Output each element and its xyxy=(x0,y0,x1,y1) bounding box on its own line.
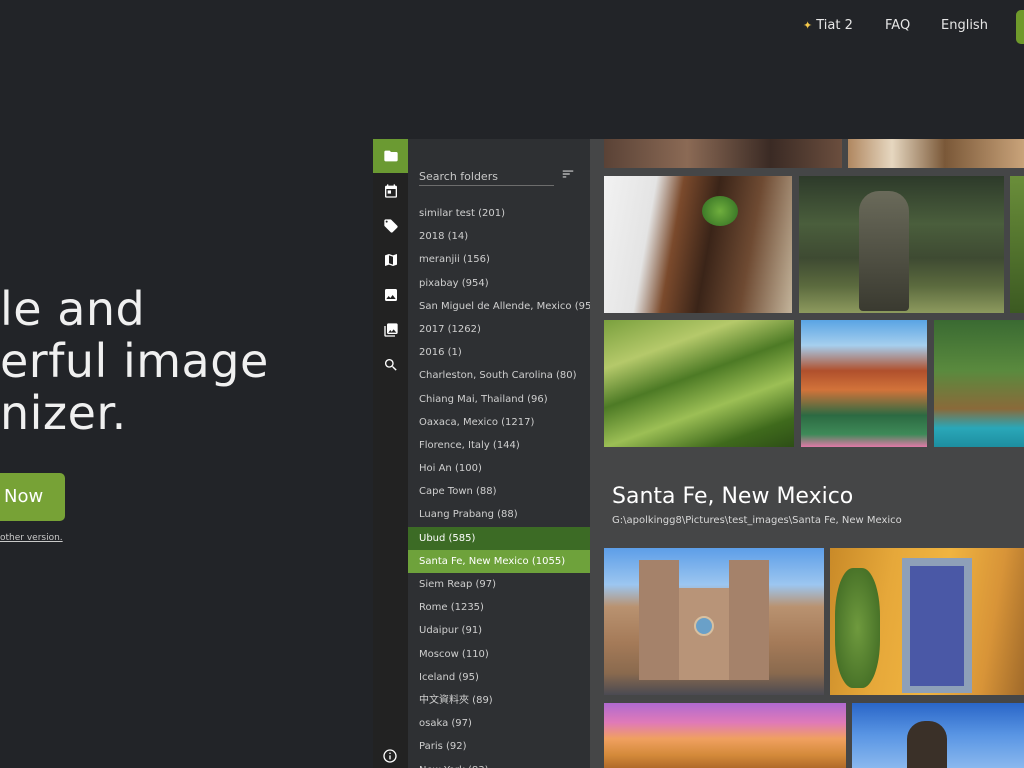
folder-item[interactable]: Ubud (585) xyxy=(408,526,590,550)
folder-item[interactable]: 2017 (1262) xyxy=(408,318,590,341)
image-grid: Santa Fe, New Mexico G:\apolkingg8\Pictu… xyxy=(590,139,1024,768)
search-view-button[interactable] xyxy=(373,348,408,382)
photo-thumbnail[interactable] xyxy=(934,320,1024,447)
photo-icon xyxy=(384,289,397,301)
info-icon[interactable] xyxy=(382,748,398,764)
folder-item[interactable]: Florence, Italy (144) xyxy=(408,434,590,457)
photo-thumbnail[interactable] xyxy=(848,139,1024,168)
search-folders-box xyxy=(419,165,554,186)
photo-thumbnail[interactable] xyxy=(604,320,794,447)
nav-tiat-link[interactable]: ✦ Tiat 2 xyxy=(803,18,853,33)
photo-thumbnail[interactable] xyxy=(604,176,792,313)
map-icon xyxy=(384,254,397,266)
folder-item[interactable]: Cape Town (88) xyxy=(408,480,590,503)
app-preview: similar test (201)2018 (14)meranjii (156… xyxy=(373,139,1024,768)
folder-item[interactable]: Siem Reap (97) xyxy=(408,573,590,596)
folder-item[interactable]: meranjii (156) xyxy=(408,248,590,271)
hero-headline-line-3: nizer. xyxy=(0,386,127,440)
folder-item[interactable]: Udaipur (91) xyxy=(408,619,590,642)
folder-item[interactable]: 中文資料夾 (89) xyxy=(408,689,590,712)
folder-icon xyxy=(383,150,398,162)
tag-icon xyxy=(383,219,398,233)
hero-headline-line-2: erful image xyxy=(0,334,269,388)
folder-item[interactable]: pixabay (954) xyxy=(408,272,590,295)
photo-thumbnail[interactable] xyxy=(1010,176,1024,313)
folder-item[interactable]: Iceland (95) xyxy=(408,666,590,689)
album-view-button[interactable] xyxy=(373,278,408,312)
folder-item[interactable]: Oaxaca, Mexico (1217) xyxy=(408,411,590,434)
folder-list: similar test (201) 2018 (14) meranjii (156… xyxy=(408,202,590,768)
tag-view-button[interactable] xyxy=(373,209,408,243)
folder-item[interactable]: San Miguel de Allende, Mexico (95) xyxy=(408,295,590,318)
folder-panel: similar test (201)2018 (14)meranjii (156… xyxy=(408,139,590,768)
nav-faq-link[interactable]: FAQ xyxy=(885,18,910,33)
folder-item[interactable]: similar test (201) xyxy=(408,202,590,225)
map-view-button[interactable] xyxy=(373,243,408,277)
photo-thumbnail[interactable] xyxy=(801,320,927,447)
sort-icon[interactable] xyxy=(560,167,576,181)
photo-thumbnail[interactable] xyxy=(604,703,846,768)
collections-view-button[interactable] xyxy=(373,313,408,347)
photo-library-icon xyxy=(383,323,398,337)
search-folders-input[interactable] xyxy=(419,170,554,183)
photo-thumbnail[interactable] xyxy=(830,548,1024,695)
sparkle-icon: ✦ xyxy=(803,19,813,32)
top-nav: ✦ Tiat 2 FAQ English xyxy=(0,0,1024,52)
folder-view-button[interactable] xyxy=(373,139,408,173)
hero-headline-line-1: le and xyxy=(0,282,146,336)
nav-tiat-label: Tiat 2 xyxy=(816,18,853,33)
folder-item[interactable]: Chiang Mai, Thailand (96) xyxy=(408,388,590,411)
other-version-link[interactable]: other version. xyxy=(0,533,63,543)
folder-item[interactable]: Paris (92) xyxy=(408,735,590,758)
section-title: Santa Fe, New Mexico xyxy=(612,484,854,509)
folder-item[interactable]: 2016 (1) xyxy=(408,341,590,364)
folder-item[interactable]: Charleston, South Carolina (80) xyxy=(408,364,590,387)
section-path: G:\apolkingg8\Pictures\test_images\Santa… xyxy=(612,515,902,526)
folder-item[interactable]: Santa Fe, New Mexico (1055) xyxy=(408,549,590,573)
nav-download-button[interactable] xyxy=(1016,10,1024,44)
photo-thumbnail[interactable] xyxy=(799,176,1004,313)
search-icon xyxy=(384,359,397,371)
folder-item[interactable]: New York (83) xyxy=(408,759,590,768)
calendar-view-button[interactable] xyxy=(373,174,408,208)
photo-thumbnail[interactable] xyxy=(604,139,842,168)
photo-thumbnail[interactable] xyxy=(604,548,824,695)
calendar-icon xyxy=(384,184,397,198)
icon-bar xyxy=(373,139,408,768)
folder-item[interactable]: Moscow (110) xyxy=(408,643,590,666)
photo-thumbnail[interactable] xyxy=(852,703,1024,768)
folder-item[interactable]: 2018 (14) xyxy=(408,225,590,248)
language-selector[interactable]: English xyxy=(941,18,988,33)
folder-item[interactable]: Hoi An (100) xyxy=(408,457,590,480)
folder-item[interactable]: Luang Prabang (88) xyxy=(408,503,590,526)
folder-item[interactable]: osaka (97) xyxy=(408,712,590,735)
hero-download-button[interactable]: Now xyxy=(0,473,65,521)
folder-item[interactable]: Rome (1235) xyxy=(408,596,590,619)
